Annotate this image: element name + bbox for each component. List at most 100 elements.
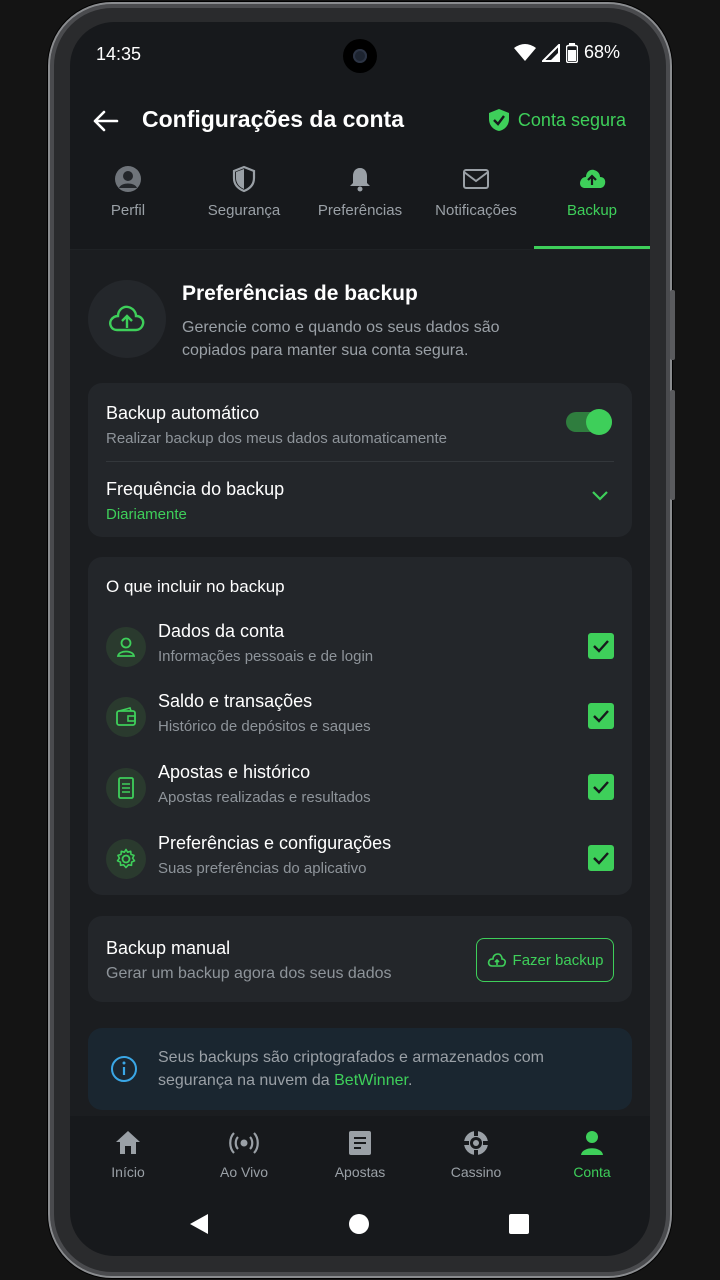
include-card: O que incluir no backup Dados da conta I… [88, 557, 632, 895]
tab-label: Preferências [317, 202, 403, 219]
tab-label: Segurança [207, 202, 281, 219]
inc-subtitle: Apostas realizadas e resultados [158, 789, 371, 806]
hero-title: Preferências de backup [182, 282, 418, 305]
live-icon [229, 1132, 259, 1154]
system-navigation [70, 1196, 650, 1256]
home-icon [116, 1131, 140, 1154]
inc-text: Apostas e histórico Apostas realizadas e… [158, 762, 371, 806]
include-item-balance[interactable]: Saldo e transações Histórico de depósito… [106, 691, 614, 751]
nav-label: Apostas [334, 1164, 386, 1180]
nav-cassino[interactable]: Cassino [418, 1116, 534, 1196]
cloud-upload-icon [487, 953, 506, 967]
auto-backup-row: Backup automático Realizar backup dos me… [106, 403, 447, 447]
hero-description: Gerencie como e quando os seus dados são… [182, 319, 500, 359]
auto-backup-subtitle: Realizar backup dos meus dados automatic… [106, 430, 448, 447]
auto-backup-title: Backup automático [106, 403, 260, 423]
brand-link[interactable]: BetWinner [334, 1072, 408, 1089]
recents-square-icon[interactable] [509, 1214, 529, 1234]
mail-icon [463, 169, 489, 189]
tab-preferencias[interactable]: Preferências [302, 164, 418, 249]
screen: 14:35 68% Configurações da conta Conta s… [70, 22, 650, 1256]
status-icons: 68% [513, 42, 620, 63]
inc-subtitle: Informações pessoais e de login [158, 648, 374, 665]
tab-perfil[interactable]: Perfil [70, 164, 186, 249]
info-suffix: . [407, 1072, 413, 1089]
frequency-value: Diariamente [106, 506, 187, 523]
inc-icon-circle [106, 768, 146, 808]
nav-label: Início [111, 1164, 145, 1180]
check-icon [593, 640, 609, 653]
back-triangle-icon[interactable] [188, 1212, 210, 1236]
include-item-bets[interactable]: Apostas e histórico Apostas realizadas e… [106, 762, 614, 822]
battery-level: 68% [583, 42, 620, 62]
manual-backup-card: Backup manual Gerar um backup agora dos … [88, 916, 632, 1002]
manual-backup-text: Backup manual Gerar um backup agora dos … [106, 938, 392, 983]
home-circle-icon[interactable] [349, 1214, 369, 1234]
chevron-down-icon [592, 491, 608, 501]
tab-seguranca[interactable]: Segurança [186, 164, 302, 249]
inc-title: Dados da conta [158, 621, 285, 641]
divider [106, 461, 614, 462]
cloud-upload-icon [580, 169, 606, 188]
page-title: Configurações da conta [142, 106, 404, 132]
inc-icon-circle [106, 697, 146, 737]
wallet-icon [116, 707, 136, 726]
nav-apostas[interactable]: Apostas [302, 1116, 418, 1196]
tab-notificacoes[interactable]: Notificações [418, 164, 534, 249]
wifi-icon [513, 43, 536, 61]
check-icon [593, 852, 609, 865]
tab-backup[interactable]: Backup [534, 164, 650, 249]
nav-label: Cassino [450, 1164, 502, 1180]
nav-ao-vivo[interactable]: Ao Vivo [186, 1116, 302, 1196]
inc-subtitle: Histórico de depósitos e saques [158, 718, 371, 735]
shield-icon [232, 165, 256, 193]
checkbox[interactable] [588, 845, 614, 871]
checkbox[interactable] [588, 633, 614, 659]
inc-text: Saldo e transações Histórico de depósito… [158, 691, 371, 735]
tab-label: Perfil [110, 202, 146, 219]
auto-backup-toggle[interactable] [566, 409, 612, 435]
cloud-upload-icon [109, 305, 145, 332]
account-icon [581, 1131, 603, 1155]
secure-label: Conta segura [517, 109, 626, 130]
settings-tabs: Perfil Segurança Preferências Notificaçõ… [70, 164, 650, 250]
include-item-account[interactable]: Dados da conta Informações pessoais e de… [106, 621, 614, 681]
bell-icon [350, 168, 370, 192]
inc-text: Dados da conta Informações pessoais e de… [158, 621, 373, 665]
inc-title: Saldo e transações [158, 691, 313, 711]
include-item-preferences[interactable]: Preferências e configurações Suas prefer… [106, 833, 614, 893]
nav-inicio[interactable]: Início [70, 1116, 186, 1196]
nav-label: Conta [573, 1164, 611, 1180]
bottom-navigation: Início Ao Vivo Apostas Cassino Conta [70, 1116, 650, 1196]
gear-icon [116, 848, 136, 869]
back-arrow-icon[interactable] [90, 106, 120, 136]
checkbox[interactable] [588, 774, 614, 800]
secure-account-badge: Conta segura [488, 108, 626, 132]
checkbox[interactable] [588, 703, 614, 729]
frequency-select[interactable]: Frequência do backup Diariamente [106, 479, 614, 527]
power-button [670, 390, 675, 500]
inc-subtitle: Suas preferências do aplicativo [158, 860, 367, 877]
volume-button [670, 290, 675, 360]
manual-backup-subtitle: Gerar um backup agora dos seus dados [106, 965, 392, 982]
casino-icon [464, 1131, 488, 1155]
backup-now-button[interactable]: Fazer backup [476, 938, 614, 982]
inc-icon-circle [106, 627, 146, 667]
front-camera [343, 39, 377, 73]
inc-title: Preferências e configurações [158, 833, 392, 853]
user-icon [116, 637, 136, 657]
nav-label: Ao Vivo [220, 1164, 268, 1180]
check-icon [593, 710, 609, 723]
auto-backup-card: Backup automático Realizar backup dos me… [88, 383, 632, 537]
tab-label: Notificações [435, 202, 517, 219]
frequency-title: Frequência do backup [106, 479, 285, 499]
tab-label: Backup [566, 202, 618, 219]
nav-conta[interactable]: Conta [534, 1116, 650, 1196]
status-time: 14:35 [96, 44, 142, 64]
info-icon [111, 1056, 137, 1082]
user-icon [115, 166, 141, 192]
manual-backup-title: Backup manual [106, 938, 231, 958]
backup-now-label: Fazer backup [512, 951, 604, 969]
hero-icon-circle [88, 280, 166, 358]
bets-icon [349, 1131, 371, 1155]
